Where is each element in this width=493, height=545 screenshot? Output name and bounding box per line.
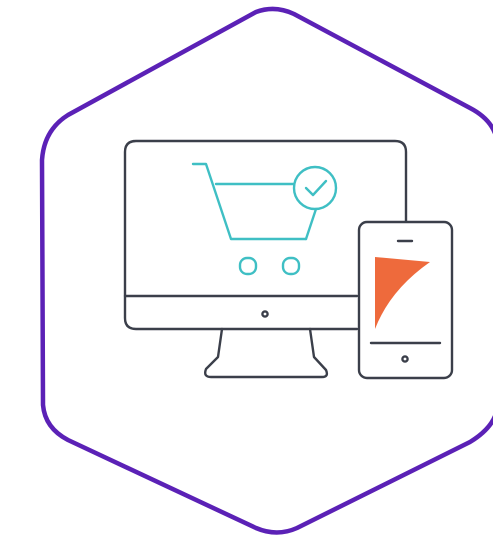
- shopping-cart-icon: [191, 162, 318, 276]
- monitor-stand: [203, 327, 329, 379]
- cart-wheel-left: [238, 256, 258, 276]
- cart-handle-and-basket: [191, 162, 308, 241]
- check-badge-circle: [292, 165, 338, 211]
- cart-wheel-right: [281, 256, 301, 276]
- ecommerce-devices-illustration: [39, 6, 493, 535]
- cart-front-edge: [304, 207, 318, 241]
- phone-body: [357, 220, 454, 380]
- monitor-power-dot: [261, 310, 269, 318]
- check-mark: [304, 179, 328, 197]
- check-badge-icon: [292, 165, 338, 211]
- smartphone-icon: [357, 220, 454, 380]
